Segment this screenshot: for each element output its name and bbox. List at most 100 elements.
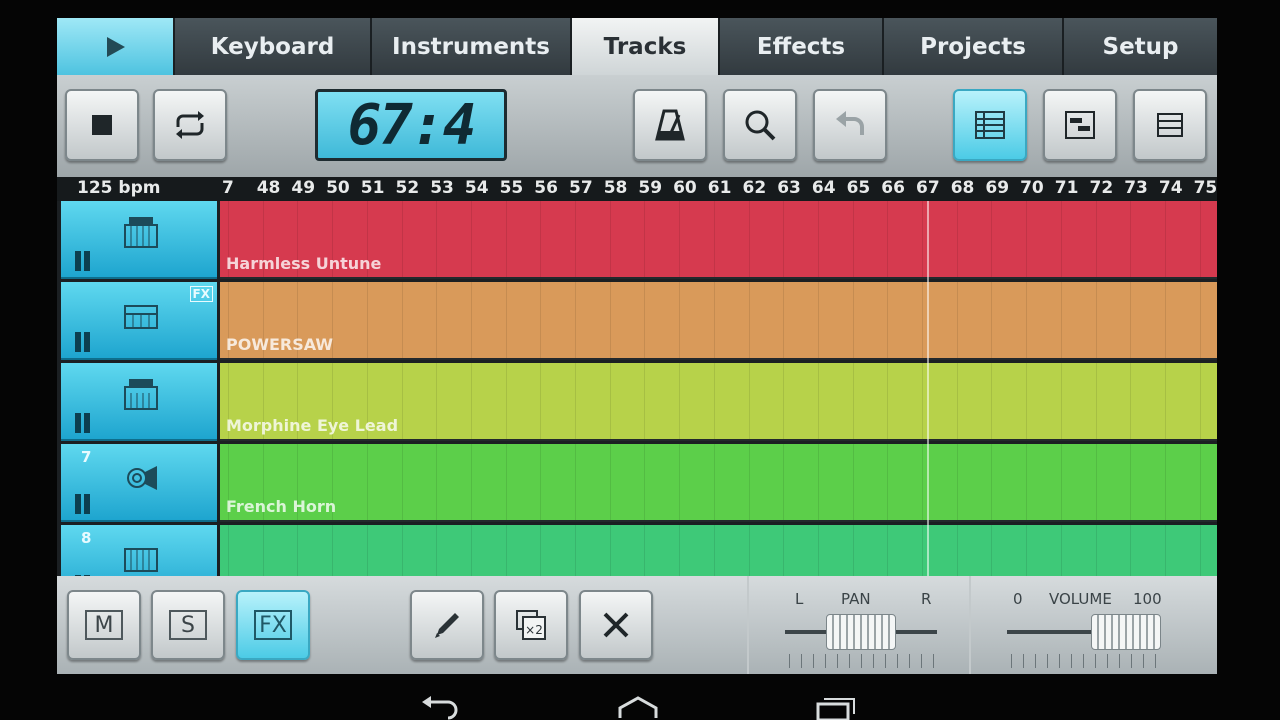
pan-label: PAN	[841, 590, 871, 608]
track-header[interactable]	[61, 201, 217, 279]
fx-badge: FX	[189, 286, 213, 302]
view-tracks-button[interactable]	[953, 89, 1027, 161]
bar-number: 48	[256, 178, 281, 198]
track-header[interactable]: 7	[61, 444, 217, 522]
bar-number: 74	[1158, 178, 1183, 198]
fx-button[interactable]: FX	[236, 590, 310, 660]
bar-gridline	[470, 444, 472, 520]
stop-button[interactable]	[65, 89, 139, 161]
bar-gridline	[817, 201, 819, 277]
pencil-icon	[435, 613, 459, 638]
slider-tick	[1011, 654, 1012, 668]
bar-number: 56	[534, 178, 558, 198]
home-icon[interactable]	[616, 694, 660, 720]
track-header[interactable]: FX	[61, 282, 217, 360]
play-button[interactable]	[57, 18, 175, 75]
duplicate-button[interactable]: ×2	[494, 590, 568, 660]
track-lane[interactable]: Harmless Untune	[220, 201, 1217, 279]
track-name: Harmless Untune	[226, 254, 382, 273]
track-row[interactable]: FX POWERSAW	[57, 282, 1217, 362]
track-row[interactable]: Morphine Eye Lead	[57, 363, 1217, 443]
bar-gridline	[644, 201, 646, 277]
slider-tick	[1119, 654, 1120, 668]
view-menu-button[interactable]	[1133, 89, 1207, 161]
bar-gridline	[1026, 363, 1028, 439]
instrument-icon[interactable]	[121, 215, 161, 255]
bar-numbers: 7 48 49 50 51 52 53 54 55 56 57 58 59 60 61 62 63 64 65 66 6…	[222, 178, 1217, 202]
back-icon[interactable]	[418, 694, 462, 720]
slider-tick	[1107, 654, 1108, 668]
volume-slider[interactable]	[971, 614, 1217, 668]
track-lane[interactable]: French Horn	[220, 444, 1217, 522]
volume-min-label: 0	[1013, 590, 1023, 608]
bar-number: 55	[499, 178, 524, 198]
loop-button[interactable]	[153, 89, 227, 161]
pan-knob[interactable]	[826, 614, 896, 650]
track-row[interactable]: 7 French Horn	[57, 444, 1217, 524]
bar-gridline	[1199, 201, 1201, 277]
track-row[interactable]: Harmless Untune	[57, 201, 1217, 281]
slider-tick	[1047, 654, 1048, 668]
timeline-ruler[interactable]: 125 bpm 7 48 49 50 51 52 53 54 55 56 57 58 59 60 61 62 6…	[57, 177, 1217, 201]
bar-gridline	[436, 363, 438, 439]
mute-label: M	[85, 610, 123, 640]
delete-button[interactable]	[579, 590, 653, 660]
bar-number: 63	[777, 178, 801, 198]
metronome-icon	[655, 109, 685, 141]
undo-button[interactable]	[813, 89, 887, 161]
tab-tracks[interactable]: Tracks	[572, 18, 720, 75]
bar-number: 57	[569, 178, 593, 198]
tab-instruments[interactable]: Instruments	[372, 18, 572, 75]
bar-gridline	[401, 444, 403, 520]
slider-tick	[909, 654, 910, 668]
slider-tick	[921, 654, 922, 668]
slider-tick	[861, 654, 862, 668]
track-lane[interactable]: Morphine Eye Lead	[220, 363, 1217, 441]
bar-gridline	[1026, 282, 1028, 358]
track-lane[interactable]: POWERSAW	[220, 282, 1217, 360]
metronome-button[interactable]	[633, 89, 707, 161]
menu-icon	[1157, 113, 1183, 137]
instrument-icon[interactable]	[121, 539, 161, 579]
pencil-button[interactable]	[410, 590, 484, 660]
slider-tick	[813, 654, 814, 668]
instrument-icon[interactable]	[121, 458, 161, 498]
zoom-button[interactable]	[723, 89, 797, 161]
bar-gridline	[817, 363, 819, 439]
solo-label: S	[169, 610, 207, 640]
tab-setup[interactable]: Setup	[1064, 18, 1217, 75]
slider-tick	[1023, 654, 1024, 668]
position-display[interactable]: 67:4	[315, 89, 507, 161]
bar-gridline	[470, 201, 472, 277]
slider-tick	[1131, 654, 1132, 668]
bar-number: 62	[742, 178, 767, 198]
tab-projects[interactable]: Projects	[884, 18, 1064, 75]
tab-keyboard[interactable]: Keyboard	[175, 18, 372, 75]
bar-gridline	[609, 363, 611, 439]
track-header[interactable]	[61, 363, 217, 441]
view-piano-roll-button[interactable]	[1043, 89, 1117, 161]
instrument-icon[interactable]	[121, 377, 161, 417]
bar-gridline	[1026, 201, 1028, 277]
tab-effects[interactable]: Effects	[720, 18, 884, 75]
bar-gridline	[991, 201, 993, 277]
bar-gridline	[679, 282, 681, 358]
tempo-label[interactable]: 125 bpm	[77, 178, 160, 198]
bar-number: 71	[1054, 178, 1079, 198]
bar-gridline	[505, 363, 507, 439]
instrument-icon[interactable]	[121, 296, 161, 336]
bar-gridline	[436, 201, 438, 277]
bar-gridline	[1130, 282, 1132, 358]
volume-knob[interactable]	[1090, 614, 1161, 650]
bar-gridline	[366, 282, 368, 358]
playhead[interactable]	[927, 201, 929, 576]
level-meter	[75, 494, 90, 514]
slider-tick	[897, 654, 898, 668]
bar-gridline	[540, 282, 542, 358]
recents-icon[interactable]	[814, 694, 858, 720]
pan-slider[interactable]	[749, 614, 969, 668]
bar-gridline	[470, 363, 472, 439]
bar-gridline	[505, 201, 507, 277]
solo-button[interactable]: S	[151, 590, 225, 660]
mute-button[interactable]: M	[67, 590, 141, 660]
